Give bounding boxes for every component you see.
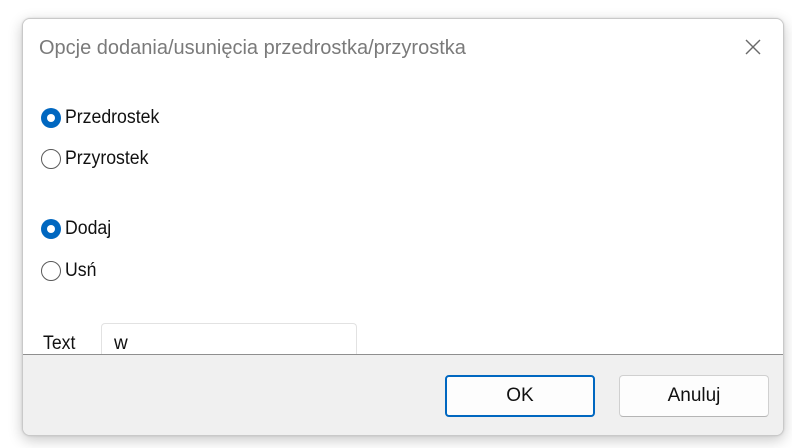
dialog-title: Opcje dodania/usunięcia przedrostka/przy… [39, 37, 466, 59]
cancel-button[interactable]: Anuluj [619, 375, 769, 417]
dialog-footer: OK Anuluj [23, 355, 783, 435]
radio-suffix[interactable]: Przyrostek [41, 147, 155, 171]
close-button[interactable] [733, 27, 773, 67]
dialog-content: Przedrostek Przyrostek Dodaj Usń Text [23, 77, 783, 365]
radio-add[interactable]: Dodaj [41, 217, 115, 241]
radio-button-unchecked-icon[interactable] [41, 261, 61, 281]
close-icon [745, 39, 761, 55]
radio-prefix-label: Przedrostek [65, 107, 160, 128]
radio-remove-label: Usń [65, 260, 97, 281]
radio-prefix[interactable]: Przedrostek [41, 106, 166, 130]
ok-button[interactable]: OK [445, 375, 595, 417]
text-field-label: Text [43, 333, 76, 354]
radio-suffix-label: Przyrostek [65, 148, 149, 169]
radio-remove[interactable]: Usń [41, 259, 99, 283]
title-bar[interactable]: Opcje dodania/usunięcia przedrostka/przy… [23, 19, 783, 77]
prefix-suffix-options-dialog: Opcje dodania/usunięcia przedrostka/przy… [22, 18, 784, 436]
radio-add-label: Dodaj [65, 218, 112, 239]
radio-button-checked-icon[interactable] [41, 108, 61, 128]
radio-button-unchecked-icon[interactable] [41, 149, 61, 169]
radio-button-checked-icon[interactable] [41, 219, 61, 239]
